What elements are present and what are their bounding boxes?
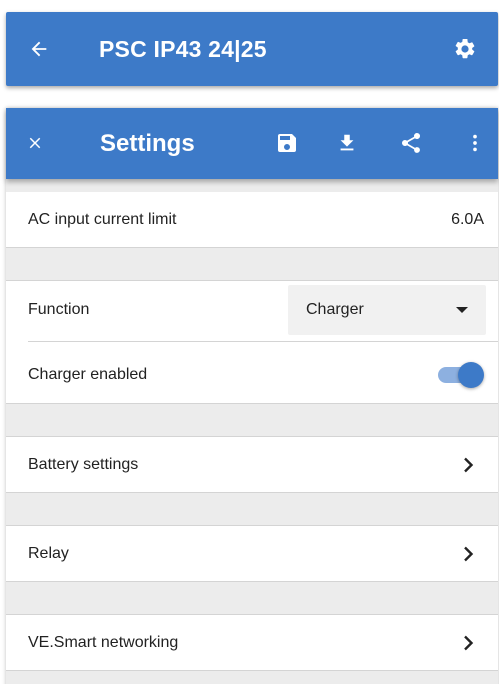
more-vertical-icon[interactable] (462, 130, 488, 156)
settings-toolbar: Settings (6, 108, 498, 179)
function-select[interactable]: Charger (288, 285, 486, 335)
device-title: PSC IP43 24|25 (99, 36, 267, 62)
download-icon[interactable] (334, 130, 360, 156)
chevron-right-icon (464, 457, 474, 472)
app-bar: PSC IP43 24|25 (6, 12, 498, 86)
ve-smart-networking-label: VE.Smart networking (28, 633, 179, 651)
toggle-knob (458, 362, 484, 388)
relay-row[interactable]: Relay (6, 525, 498, 582)
ve-smart-networking-row[interactable]: VE.Smart networking (6, 614, 498, 671)
share-icon[interactable] (398, 130, 424, 156)
arrow-left-icon[interactable] (24, 34, 54, 64)
ac-limit-value: 6.0A (451, 210, 484, 228)
charger-enabled-toggle[interactable] (434, 362, 486, 388)
close-icon[interactable] (23, 131, 47, 155)
function-selected-value: Charger (306, 301, 364, 318)
ac-input-current-limit-row[interactable]: AC input current limit 6.0A (6, 192, 498, 248)
ac-limit-label: AC input current limit (28, 210, 177, 228)
gear-icon[interactable] (452, 36, 478, 62)
settings-title: Settings (100, 130, 195, 157)
function-label: Function (28, 301, 90, 318)
battery-settings-row[interactable]: Battery settings (6, 436, 498, 493)
charger-enabled-label: Charger enabled (28, 366, 148, 383)
settings-panel: Settings AC input current limit 6.0A Fun… (6, 108, 498, 684)
divider (28, 341, 498, 342)
caret-down-icon (456, 307, 468, 313)
chevron-right-icon (464, 546, 474, 561)
chevron-right-icon (464, 635, 474, 650)
relay-label: Relay (28, 544, 69, 562)
save-icon[interactable] (274, 130, 300, 156)
function-group: Function Charger Charger enabled (6, 280, 498, 404)
battery-settings-label: Battery settings (28, 455, 139, 473)
